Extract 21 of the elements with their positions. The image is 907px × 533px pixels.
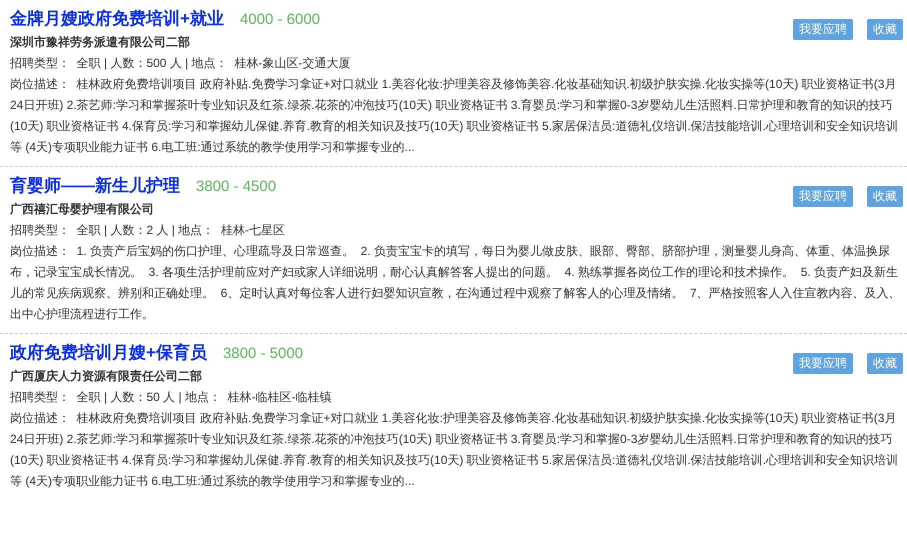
- favorite-button[interactable]: 收藏: [867, 186, 903, 206]
- favorite-button[interactable]: 收藏: [867, 18, 903, 40]
- apply-button[interactable]: 我要应聘: [793, 18, 853, 40]
- job-description: 岗位描述： 1. 负责产后宝妈的伤口护理、心理疏导及日常巡查。 2. 负责宝宝卡的填写，每日为婴儿做皮肤、眼部、臀部、脐部护理，测量婴儿身高、体重、体温换尿布，记录宝宝成长情况。 3. 各项生活护理前应对产妇或家人详细说明，耐心认真解答客人提出的问题。 4. 熟练掌握各岗位工作的理论和技术操作。 5. 负责产妇及新生儿的常见疾病观察、辨别和正确处理。 6、定时认真对每位客人进行妇婴知识宣教，在沟通过程中观察了解客人的心理及情绪。 7、严格按照客人入住宣教内容、及入、出中心护理流程进行工作。: [10, 243, 902, 323]
- job-info: 招聘类型： 全职 | 人数：500 人 | 地点： 桂林-象山区-交通大厦: [10, 55, 352, 72]
- company-name: 广西禧汇母婴护理有限公司: [10, 201, 154, 218]
- job-info: 招聘类型： 全职 | 人数：50 人 | 地点： 桂林-临桂区-临桂镇: [10, 389, 333, 406]
- salary: 4000 - 6000: [240, 10, 320, 30]
- job-description: 岗位描述： 桂林政府免费培训项目 政府补贴.免费学习拿证+对口就业 1.美容化妆:护理美容及修饰美容.化妆基础知识.初级护肤实操.化妆实操等(10天) 职业资格证书(3月24日开班) 2.茶艺师:学习和掌握茶叶专业知识及红茶.绿茶.花茶的冲泡技巧(10天) 职业资格证书 3.育婴员:学习和掌握0-3岁婴幼儿生活照料.日常护理和教育的知识的技巧(10天) 职业资格证书 4.保育员:学习和掌握幼儿保健.养育.教育的相关知识及技巧(10天) 职业资格证书 5.家居保洁员:道德礼仪培训.保洁技能培训.心理培训和安全知识培训等 (4天)专项职业能力证书 6.电工班:通过系统的教学使用学习和掌握专业的...: [10, 410, 900, 490]
- job-title[interactable]: 政府免费培训月嫂+保育员: [10, 340, 207, 366]
- company-name: 广西厦庆人力资源有限责任公司二部: [10, 368, 202, 385]
- job-title[interactable]: 育婴师——新生儿护理: [10, 173, 180, 199]
- job-info: 招聘类型： 全职 | 人数：2 人 | 地点： 桂林-七星区: [10, 222, 286, 239]
- job-title[interactable]: 金牌月嫂政府免费培训+就业: [10, 6, 224, 32]
- company-name: 深圳市豫祥劳务派遣有限公司二部: [10, 34, 190, 51]
- favorite-button[interactable]: 收藏: [867, 352, 903, 374]
- salary: 3800 - 4500: [196, 177, 276, 197]
- job-description: 岗位描述： 桂林政府免费培训项目 政府补贴.免费学习拿证+对口就业 1.美容化妆:护理美容及修饰美容.化妆基础知识.初级护肤实操.化妆实操等(10天) 职业资格证书(3月24日开班) 2.茶艺师:学习和掌握茶叶专业知识及红茶.绿茶.花茶的冲泡技巧(10天) 职业资格证书 3.育婴员:学习和掌握0-3岁婴幼儿生活照料.日常护理和教育的知识的技巧(10天) 职业资格证书 4.保育员:学习和掌握幼儿保健.养育.教育的相关知识及技巧(10天) 职业资格证书 5.家居保洁员:道德礼仪培训.保洁技能培训.心理培训和安全知识培训等 (4天)专项职业能力证书 6.电工班:通过系统的教学使用学习和掌握专业的...: [10, 76, 900, 156]
- apply-button[interactable]: 我要应聘: [793, 186, 853, 206]
- salary: 3800 - 5000: [222, 344, 304, 364]
- apply-button[interactable]: 我要应聘: [793, 352, 853, 374]
